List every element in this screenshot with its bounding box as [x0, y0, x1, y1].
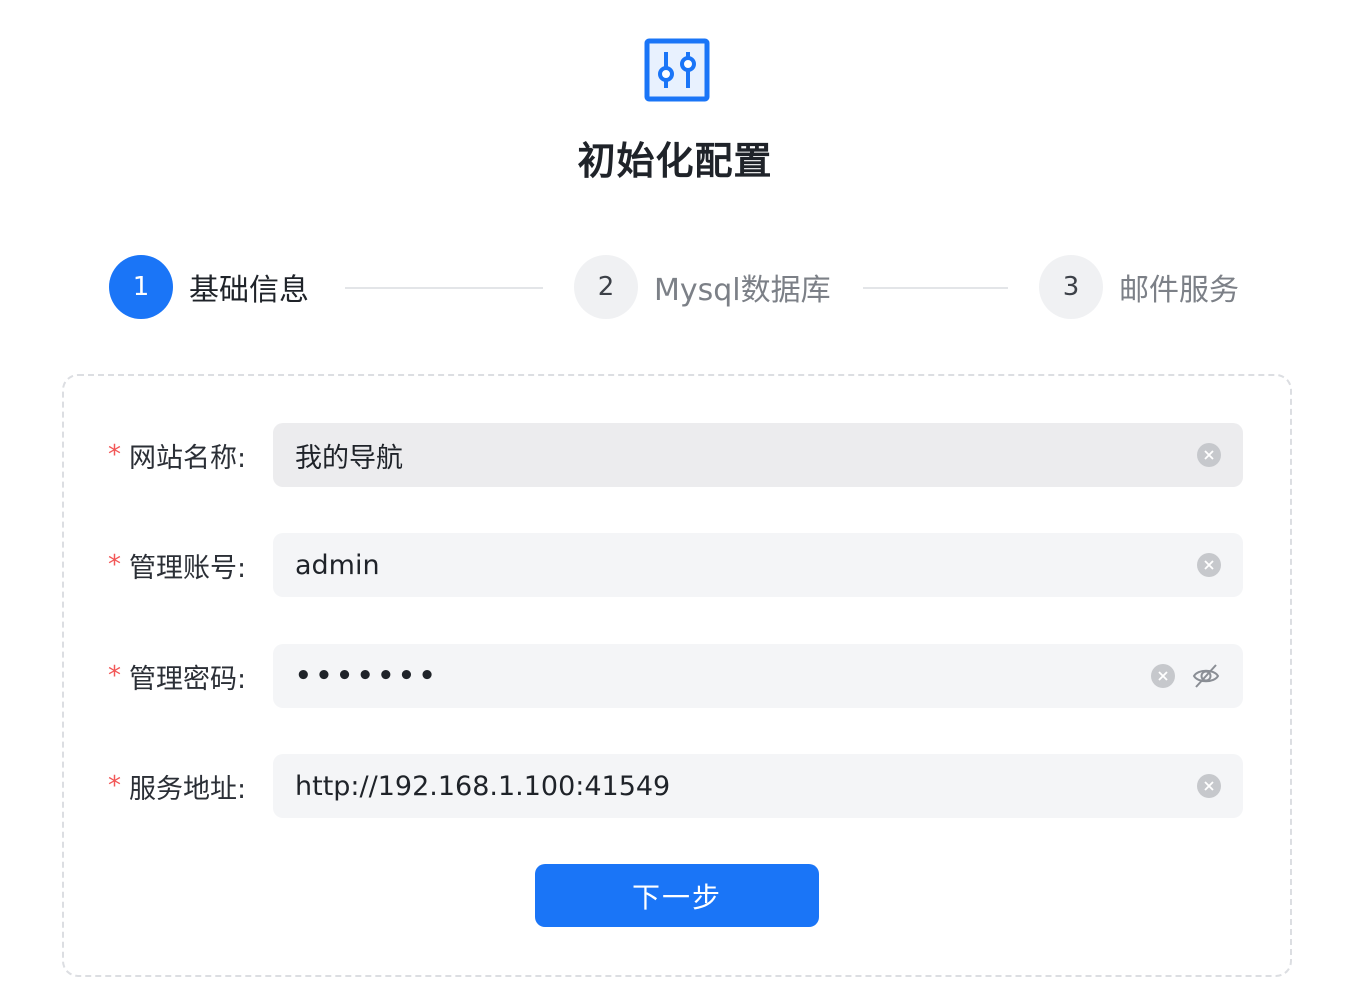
step-label: 基础信息 — [189, 273, 309, 308]
form-row-admin-password: * 管理密码: ••••••• — [108, 644, 1243, 708]
form-row-admin-account: * 管理账号: admin — [108, 533, 1243, 597]
step-basic-info[interactable]: 1 基础信息 — [109, 255, 309, 319]
step-mail[interactable]: 3 邮件服务 — [1039, 255, 1239, 319]
step-label: 邮件服务 — [1119, 273, 1239, 308]
service-address-label: 服务地址: — [129, 773, 247, 805]
required-mark: * — [108, 661, 121, 691]
page-title: 初始化配置 — [577, 139, 773, 183]
step-connector — [863, 287, 1008, 289]
sliders-icon — [644, 38, 710, 102]
form-row-site-name: * 网站名称: 我的导航 — [108, 423, 1243, 487]
site-name-value: 我的导航 — [295, 442, 403, 474]
site-name-input[interactable]: 我的导航 — [273, 423, 1243, 487]
step-number: 2 — [574, 255, 638, 319]
clear-icon[interactable] — [1151, 664, 1175, 688]
eye-off-icon[interactable] — [1191, 661, 1221, 691]
clear-icon[interactable] — [1197, 553, 1221, 577]
admin-account-value: admin — [295, 549, 380, 581]
admin-password-input[interactable]: ••••••• — [273, 644, 1243, 708]
required-mark: * — [108, 440, 121, 470]
next-step-button[interactable]: 下一步 — [535, 864, 819, 927]
step-mysql[interactable]: 2 Mysql数据库 — [574, 255, 831, 319]
site-name-label: 网站名称: — [129, 442, 247, 474]
admin-password-label: 管理密码: — [129, 663, 247, 695]
step-connector — [345, 287, 543, 289]
service-address-input[interactable]: http://192.168.1.100:41549 — [273, 754, 1243, 818]
admin-password-value: ••••••• — [295, 661, 440, 691]
clear-icon[interactable] — [1197, 443, 1221, 467]
step-number: 3 — [1039, 255, 1103, 319]
clear-icon[interactable] — [1197, 774, 1221, 798]
required-mark: * — [108, 550, 121, 580]
step-number: 1 — [109, 255, 173, 319]
required-mark: * — [108, 771, 121, 801]
admin-account-label: 管理账号: — [129, 552, 247, 584]
step-label: Mysql数据库 — [654, 273, 831, 308]
service-address-value: http://192.168.1.100:41549 — [295, 770, 671, 802]
form-row-service-address: * 服务地址: http://192.168.1.100:41549 — [108, 754, 1243, 818]
admin-account-input[interactable]: admin — [273, 533, 1243, 597]
